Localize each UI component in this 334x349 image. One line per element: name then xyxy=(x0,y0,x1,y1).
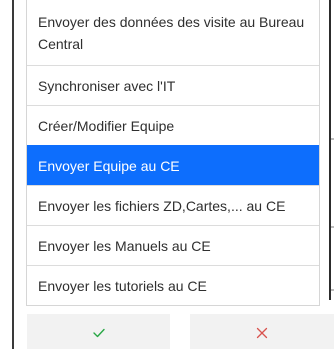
confirm-button[interactable] xyxy=(27,314,170,349)
menu-item-send-visit-data[interactable]: Envoyer des données des visite au Bureau… xyxy=(27,0,319,65)
menu-item-send-files[interactable]: Envoyer les fichiers ZD,Cartes,... au CE xyxy=(27,185,319,225)
check-icon xyxy=(92,328,105,338)
menu-item-send-tutorials[interactable]: Envoyer les tutoriels au CE xyxy=(27,265,319,305)
menu-item-edit-team[interactable]: Créer/Modifier Equipe xyxy=(27,105,319,145)
menu-item-label: Envoyer des données des visite au Bureau… xyxy=(38,13,305,52)
action-menu: Envoyer des données des visite au Bureau… xyxy=(26,0,320,306)
window-left-border xyxy=(12,0,14,349)
menu-item-sync-it[interactable]: Synchroniser avec l'IT xyxy=(27,65,319,105)
menu-item-label: Envoyer Equipe au CE xyxy=(38,157,180,174)
dialog-screen: Envoyer des données des visite au Bureau… xyxy=(0,0,334,349)
menu-item-send-team[interactable]: Envoyer Equipe au CE xyxy=(27,145,319,185)
background-window-edge xyxy=(329,0,334,300)
menu-item-label: Envoyer les Manuels au CE xyxy=(38,237,211,254)
menu-item-label: Créer/Modifier Equipe xyxy=(38,117,175,134)
menu-item-send-manuals[interactable]: Envoyer les Manuels au CE xyxy=(27,225,319,265)
cancel-button[interactable] xyxy=(190,314,334,349)
menu-item-label: Envoyer les tutoriels au CE xyxy=(38,277,207,294)
menu-item-label: Envoyer les fichiers ZD,Cartes,... au CE xyxy=(38,197,286,214)
close-icon xyxy=(256,327,268,339)
menu-item-label: Synchroniser avec l'IT xyxy=(38,77,176,94)
